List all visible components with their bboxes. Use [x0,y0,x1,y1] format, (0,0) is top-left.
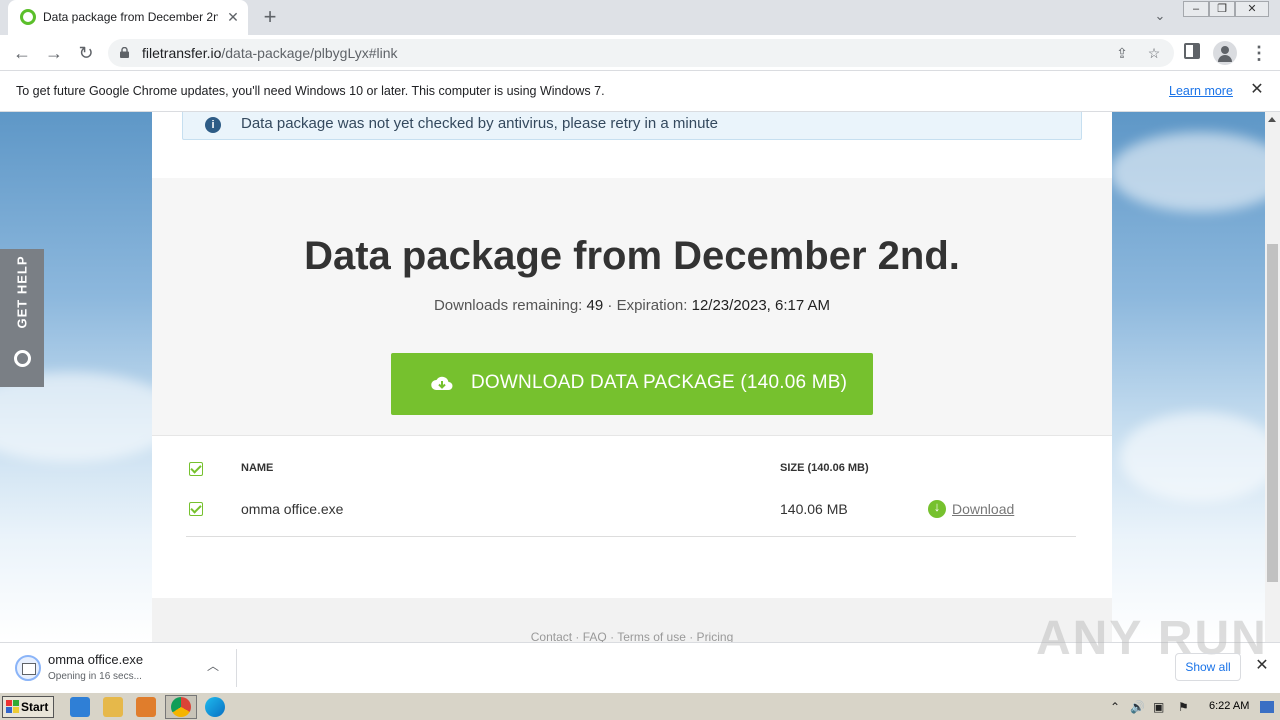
reload-icon[interactable]: ↻ [74,41,98,65]
infobar-message: To get future Google Chrome updates, you… [16,84,605,98]
notice-text: Data package was not yet checked by anti… [241,115,718,132]
close-shelf-icon[interactable]: ✕ [1253,657,1271,675]
cloud-download-icon [431,376,453,390]
start-button[interactable]: Start [2,696,54,718]
close-window-icon[interactable]: ✕ [1235,1,1269,17]
network-icon[interactable]: ▣ [1153,700,1164,714]
shelf-divider [236,649,237,687]
internet-explorer-icon[interactable] [70,697,90,717]
get-help-label: GET HELP [14,255,30,329]
show-desktop-icon[interactable] [1260,701,1274,713]
downloads-value: 49 [586,297,604,314]
downloads-label: Downloads remaining: [433,297,583,314]
get-help-tab[interactable]: GET HELP [0,249,44,387]
page-viewport: i Data package was not yet checked by an… [0,112,1265,642]
download-package-button[interactable]: DOWNLOAD DATA PACKAGE (140.06 MB) [391,353,873,415]
select-all-checkbox[interactable] [189,462,203,476]
edge-icon[interactable] [205,697,225,717]
file-name: omma office.exe [241,501,344,517]
file-size: 140.06 MB [780,501,848,517]
minimize-icon[interactable]: – [1183,1,1209,17]
tab-strip: Data package from December 2nd. ✕ + ⌄ – … [0,0,1280,35]
page-scrollbar[interactable] [1265,112,1280,642]
file-icon [15,655,41,681]
url-text: filetransfer.io/data-package/plbygLyx#li… [142,45,398,61]
back-icon[interactable]: ← [10,41,34,65]
package-card: i Data package was not yet checked by an… [152,112,1112,642]
lock-icon [120,47,129,58]
address-bar[interactable]: filetransfer.io/data-package/plbygLyx#li… [108,39,1174,67]
new-tab-icon[interactable]: + [258,6,282,30]
download-shelf: omma office.exe Opening in 16 secs... ︿ … [0,612,1280,692]
update-infobar: To get future Google Chrome updates, you… [0,71,1280,112]
profile-avatar-icon[interactable] [1213,41,1237,65]
site-favicon-icon [20,9,36,25]
download-arrow-icon[interactable] [928,499,946,518]
tab-search-icon[interactable]: ⌄ [1150,8,1170,26]
package-meta: Downloads remaining: 49 · Expiration: 12… [152,297,1112,314]
side-panel-icon[interactable] [1184,43,1200,59]
show-all-button[interactable]: Show all [1175,653,1241,681]
action-center-flag-icon[interactable]: ⚑ [1178,700,1189,714]
column-header-size: SIZE (140.06 MB) [780,462,869,474]
file-explorer-icon[interactable] [103,697,123,717]
volume-icon[interactable]: 🔊 [1130,700,1145,714]
scroll-up-icon[interactable] [1268,117,1276,122]
expiration-value: 12/23/2023, 6:17 AM [691,297,831,314]
chrome-icon [171,697,191,717]
background-cloud [1110,132,1265,212]
expiration-label: Expiration: [616,297,688,314]
file-download-link[interactable]: Download [952,501,1014,517]
footer-links[interactable]: Contact · FAQ · Terms of use · Pricing [152,630,1112,642]
scroll-thumb[interactable] [1267,244,1278,582]
row-divider [186,536,1076,537]
tray-expand-icon[interactable]: ⌃ [1110,700,1120,714]
info-icon: i [205,117,221,133]
windows-taskbar: Start ⌃ 🔊 ▣ ⚑ 6:22 AM [0,692,1280,720]
close-infobar-icon[interactable]: ✕ [1248,81,1266,99]
windows-logo-icon [6,700,19,713]
lifebuoy-icon [14,350,31,367]
antivirus-notice: i Data package was not yet checked by an… [182,112,1082,140]
meta-separator: · [607,297,613,314]
share-icon[interactable]: ⇪ [1112,43,1132,63]
download-status: Opening in 16 secs... [48,671,142,682]
bookmark-star-icon[interactable]: ☆ [1144,43,1164,63]
background-cloud [1120,412,1265,502]
tab-title: Data package from December 2nd. [43,10,218,24]
restore-icon[interactable]: ❐ [1209,1,1235,17]
download-package-label: DOWNLOAD DATA PACKAGE (140.06 MB) [471,372,848,393]
learn-more-link[interactable]: Learn more [1169,84,1233,98]
start-label: Start [21,700,49,714]
package-hero: Data package from December 2nd. Download… [152,178,1112,436]
chrome-menu-icon[interactable]: ⋮ [1250,41,1268,65]
chevron-up-icon[interactable]: ︿ [204,657,222,675]
file-checkbox[interactable] [189,502,203,516]
column-header-name: NAME [241,462,274,474]
clock[interactable]: 6:22 AM [1209,700,1249,712]
browser-toolbar: ← → ↻ filetransfer.io/data-package/plbyg… [0,35,1280,71]
tab-active[interactable]: Data package from December 2nd. ✕ [8,0,248,35]
close-tab-icon[interactable]: ✕ [224,8,242,26]
page-footer: Contact · FAQ · Terms of use · Pricing [152,598,1112,642]
download-filename[interactable]: omma office.exe [48,652,143,667]
page-title: Data package from December 2nd. [304,234,960,278]
media-player-icon[interactable] [136,697,156,717]
forward-icon[interactable]: → [42,41,66,65]
